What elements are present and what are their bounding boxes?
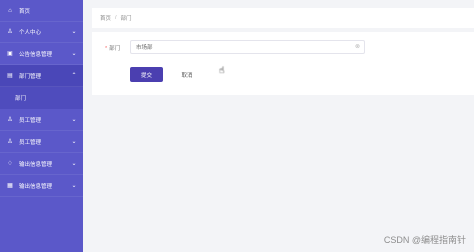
sidebar-item-output-info[interactable]: ▦ 输出信息管理 ⌄ xyxy=(0,175,83,197)
field-label-text: 部门 xyxy=(109,46,121,52)
chevron-down-icon: ⌄ xyxy=(71,183,77,189)
bell-icon: ♢ xyxy=(7,161,13,167)
chevron-up-icon: ⌃ xyxy=(71,73,77,79)
cancel-button[interactable]: 取消 xyxy=(172,67,202,82)
department-form: * 部门 市场部 ⊗ 提交 取消 xyxy=(92,32,474,95)
home-icon: ⌂ xyxy=(8,7,12,14)
sidebar-item-notice-management[interactable]: ▣ 公告信息管理 ⌄ xyxy=(0,43,83,65)
watermark: CSDN @编程指南针 xyxy=(383,235,466,245)
sidebar-item-output-management[interactable]: ♢ 输出信息管理 ⌄ xyxy=(0,153,83,175)
sidebar-subitem-label: 部门 xyxy=(15,96,27,102)
chevron-down-icon: ⌄ xyxy=(71,29,77,35)
user-icon: ♙ xyxy=(7,117,13,123)
department-icon: ▤ xyxy=(7,73,13,79)
submit-button[interactable]: 提交 xyxy=(130,67,163,82)
breadcrumb-separator: / xyxy=(115,15,117,21)
clear-icon[interactable]: ⊗ xyxy=(355,43,360,50)
breadcrumb-current: 部门 xyxy=(120,16,132,22)
sidebar-item-home[interactable]: ⌂ 首页 xyxy=(0,0,83,22)
sidebar-item-label: 员工管理 xyxy=(19,117,42,124)
breadcrumb-home[interactable]: 首页 xyxy=(100,14,111,22)
user-icon: ♙ xyxy=(7,139,13,145)
chevron-down-icon: ⌄ xyxy=(71,139,77,145)
chevron-down-icon: ⌄ xyxy=(71,51,77,57)
chevron-down-icon: ⌄ xyxy=(71,161,77,167)
sidebar-subitem-department[interactable]: 部门 xyxy=(0,87,83,109)
chevron-down-icon: ⌄ xyxy=(71,117,77,123)
sidebar: ⌂ 首页 ♙ 个人中心 ⌄ ▣ 公告信息管理 ⌄ ▤ 部门管理 ⌃ 部门 ♙ 员… xyxy=(0,0,83,252)
notice-icon: ▣ xyxy=(7,51,13,57)
sidebar-item-staff-management[interactable]: ♙ 员工管理 ⌄ xyxy=(0,131,83,153)
main-content: 首页 / 部门 * 部门 市场部 ⊗ 提交 取消 ☝ xyxy=(83,0,474,252)
breadcrumb: 首页 / 部门 xyxy=(92,8,474,28)
required-mark: * xyxy=(105,46,108,52)
department-input-value: 市场部 xyxy=(136,45,153,51)
sidebar-item-label: 部门管理 xyxy=(19,73,42,80)
sidebar-item-label: 首页 xyxy=(19,8,31,15)
sidebar-item-label: 公告信息管理 xyxy=(19,51,53,58)
user-icon: ♙ xyxy=(7,29,13,35)
sidebar-item-personal-center[interactable]: ♙ 个人中心 ⌄ xyxy=(0,21,83,43)
sidebar-item-label: 输出信息管理 xyxy=(19,183,53,190)
sidebar-item-label: 输出信息管理 xyxy=(19,161,53,168)
hand-pointer-icon: ☝ xyxy=(219,65,225,75)
sidebar-item-employee-management[interactable]: ♙ 员工管理 ⌄ xyxy=(0,109,83,131)
sidebar-item-department-management[interactable]: ▤ 部门管理 ⌃ xyxy=(0,65,83,87)
sidebar-item-label: 员工管理 xyxy=(19,139,42,146)
grid-icon: ▦ xyxy=(7,183,13,189)
department-field-label: * 部门 xyxy=(105,44,120,52)
department-input[interactable]: 市场部 ⊗ xyxy=(130,40,365,54)
sidebar-item-label: 个人中心 xyxy=(19,29,42,36)
